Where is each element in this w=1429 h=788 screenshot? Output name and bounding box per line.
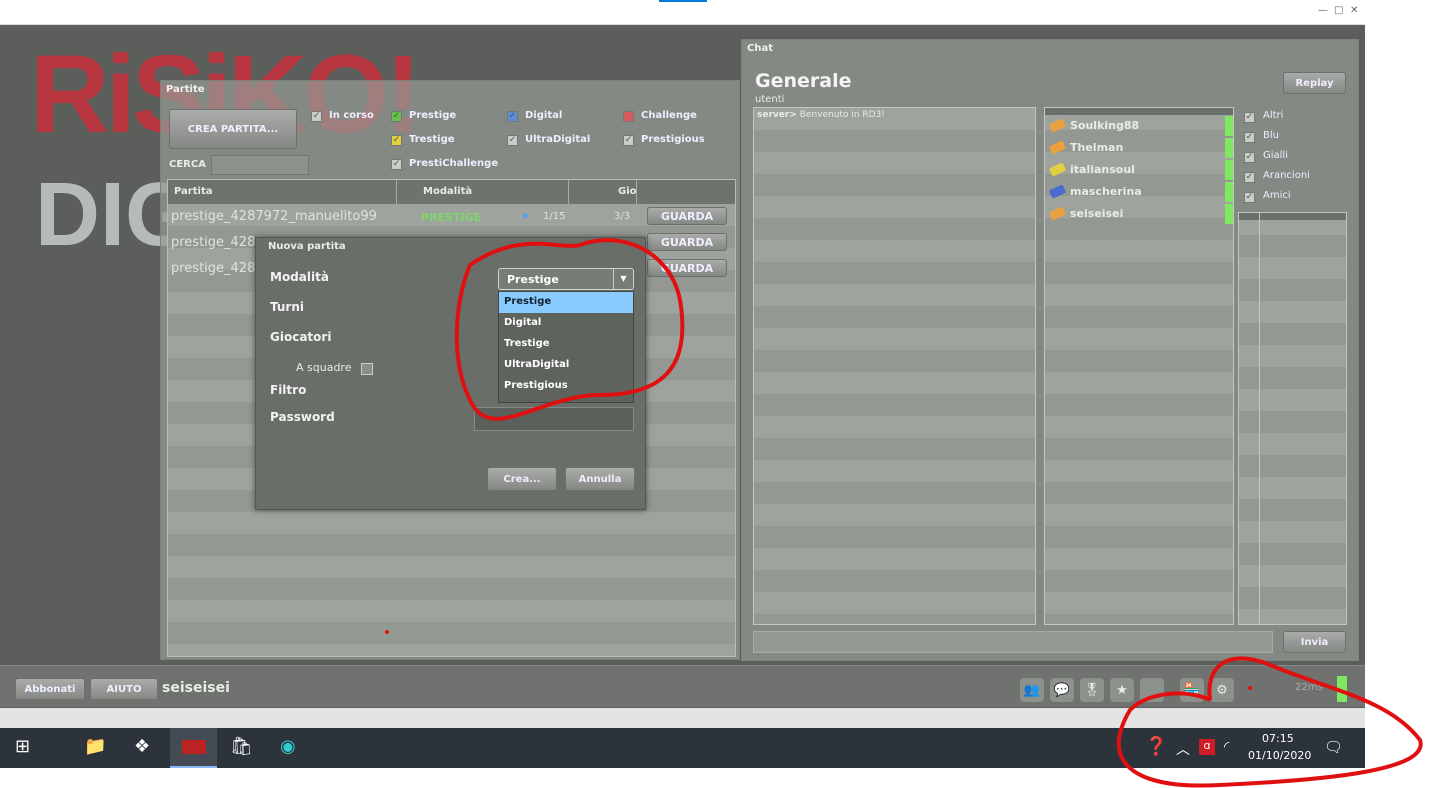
annotation-scribbles — [385, 238, 1423, 788]
